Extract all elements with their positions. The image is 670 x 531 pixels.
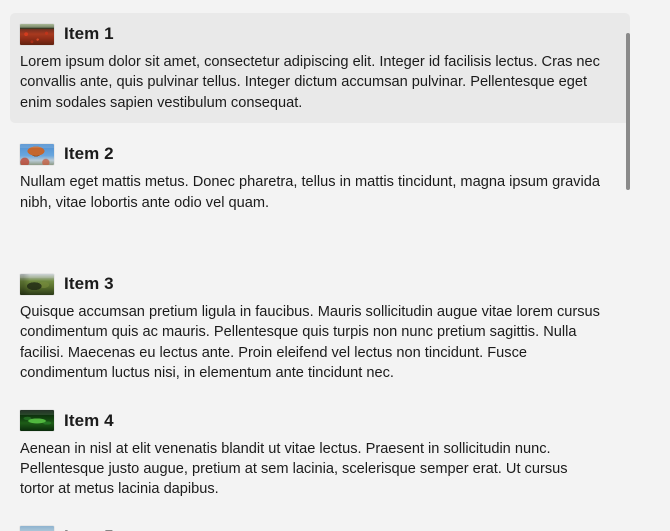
list-item-title: Item 2 [64, 144, 114, 164]
list-item-title: Item 1 [64, 24, 114, 43]
poppy-field-photo-thumbnail [20, 23, 54, 45]
list-item-header: Item 3 [20, 269, 620, 297]
list-item-title: Item 4 [64, 410, 114, 430]
seaside-photo-thumbnail [20, 526, 54, 531]
green-field-photo-thumbnail [20, 273, 54, 295]
list-item[interactable]: Item 4 Aenean in nisl at elit venenatis … [10, 400, 630, 510]
list-item-body: Lorem ipsum dolor sit amet, consectetur … [20, 54, 600, 111]
list-item-header: Item 1 [20, 19, 620, 47]
list-item-body: Nullam eget mattis metus. Donec pharetra… [20, 174, 600, 211]
scrollable-list-viewport[interactable]: Item 1 Lorem ipsum dolor sit amet, conse… [0, 0, 670, 531]
hot-air-balloon-photo-thumbnail [20, 143, 54, 165]
app-root: Item 1 Lorem ipsum dolor sit amet, conse… [0, 0, 670, 531]
list-item[interactable]: Item 1 Lorem ipsum dolor sit amet, conse… [10, 13, 630, 124]
list-item[interactable]: Item 5 Ut consequat magna luctus justo e… [10, 516, 630, 531]
list-item-header: Item 4 [20, 406, 620, 434]
dark-forest-photo-thumbnail [20, 410, 54, 432]
list-item-header: Item 2 [20, 139, 620, 167]
list-item-header: Item 5 [20, 522, 620, 531]
vertical-scrollbar-thumb[interactable] [626, 33, 630, 190]
vertical-scrollbar-track[interactable] [622, 0, 634, 531]
list-item[interactable]: Item 3 Quisque accumsan pretium ligula i… [10, 263, 630, 394]
list-item-body: Aenean in nisl at elit venenatis blandit… [20, 440, 568, 498]
list-item[interactable]: Item 2 Nullam eget mattis metus. Donec p… [10, 133, 630, 223]
list-item-title: Item 3 [64, 274, 114, 294]
list-item-body: Quisque accumsan pretium ligula in fauci… [20, 304, 600, 382]
list-item-title: Item 5 [64, 526, 114, 531]
